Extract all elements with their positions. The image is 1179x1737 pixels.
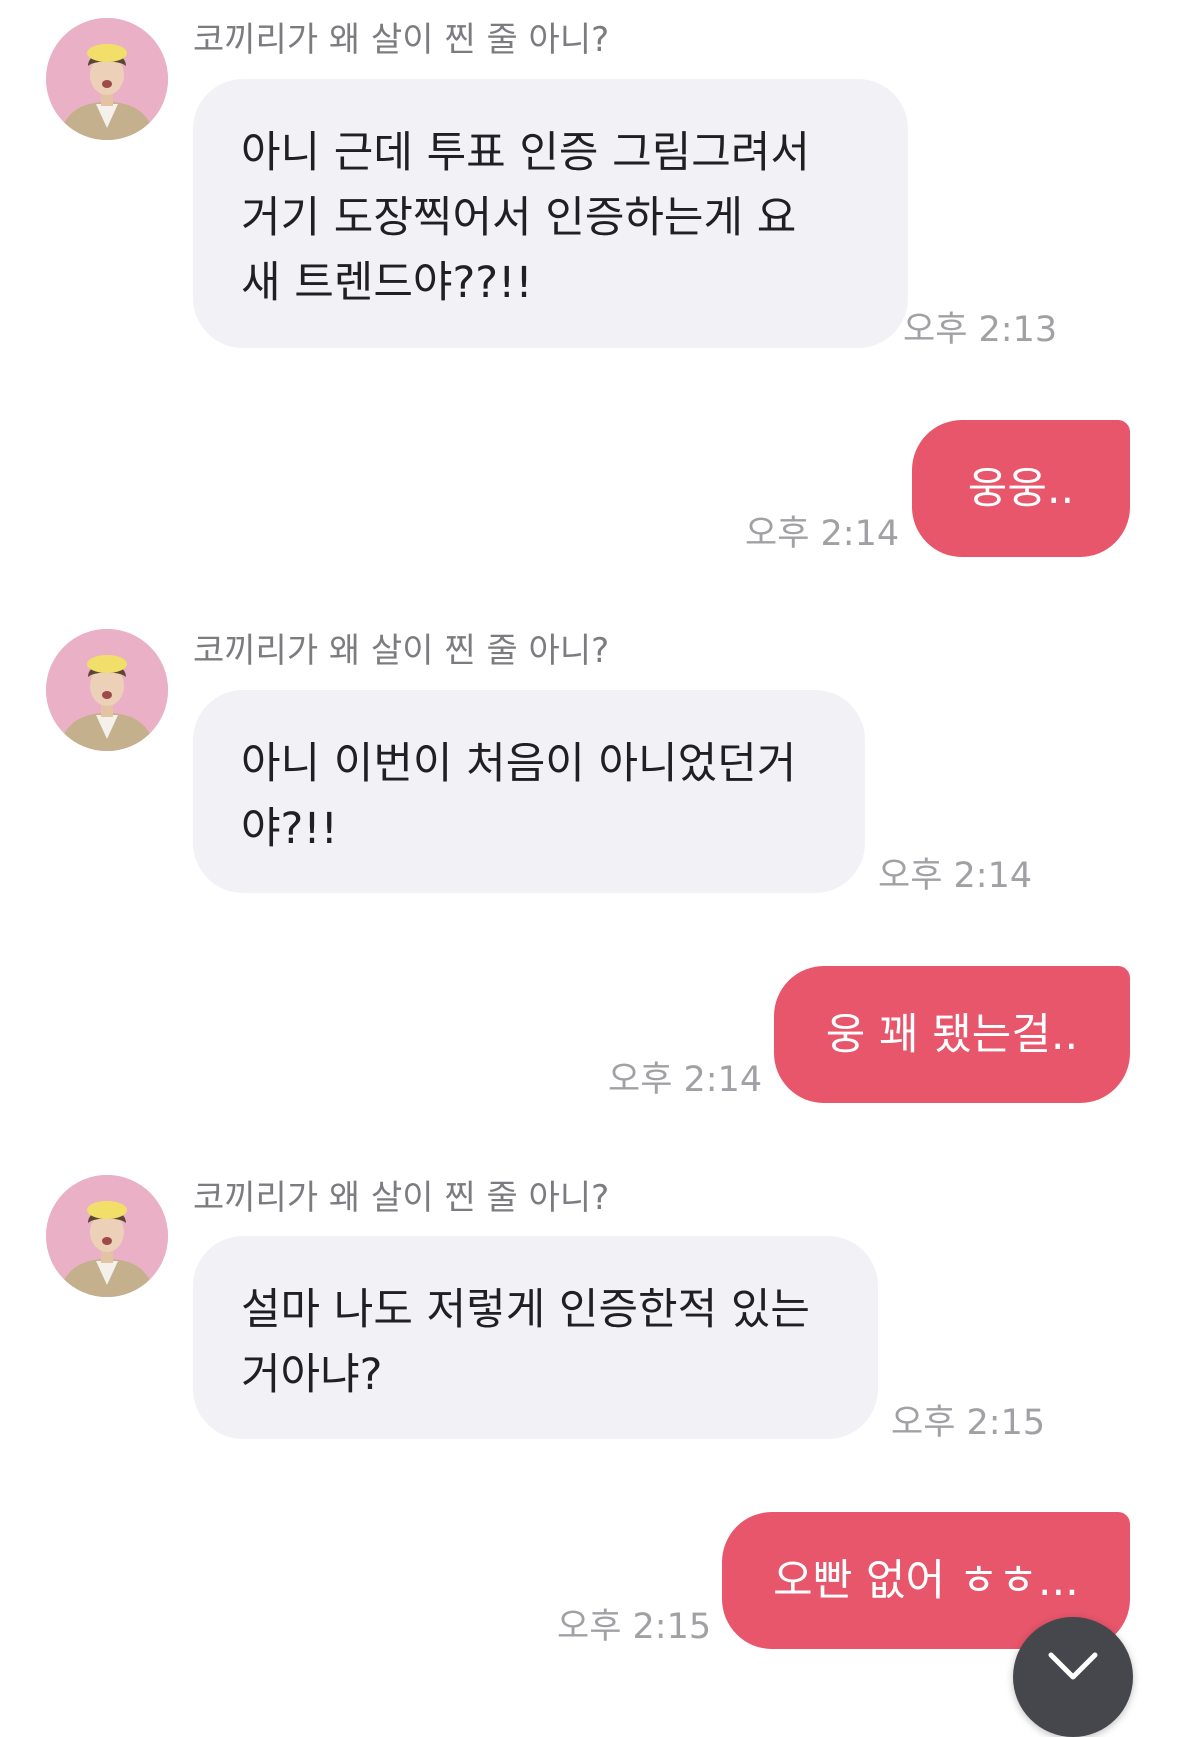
sender-name: 코끼리가 왜 살이 찐 줄 아니?	[193, 631, 610, 671]
outgoing-message-bubble[interactable]: 웅 꽤 됐는걸..	[774, 966, 1130, 1103]
sender-name: 코끼리가 왜 살이 찐 줄 아니?	[193, 20, 610, 60]
avatar-photo	[46, 18, 168, 140]
message-text-line: 새 트렌드야??!!	[241, 258, 533, 308]
sender-name: 코끼리가 왜 살이 찐 줄 아니?	[193, 1178, 610, 1218]
avatar[interactable]	[46, 1175, 168, 1297]
message-text: 웅웅..	[967, 463, 1075, 514]
incoming-message-bubble[interactable]: 설마 나도 저렇게 인증한적 있는 거아냐?	[193, 1236, 878, 1439]
outgoing-message-bubble[interactable]: 웅웅..	[912, 420, 1130, 557]
scroll-to-bottom-button[interactable]	[1013, 1617, 1133, 1737]
message-timestamp: 오후 2:13	[903, 310, 1058, 350]
avatar-photo	[46, 1175, 168, 1297]
message-text-line: 설마 나도 저렇게 인증한적 있는	[241, 1285, 810, 1335]
message-timestamp: 오후 2:15	[891, 1403, 1046, 1443]
message-timestamp: 오후 2:14	[878, 856, 1033, 896]
message-timestamp: 오후 2:14	[608, 1060, 763, 1100]
avatar-photo	[46, 629, 168, 751]
message-timestamp: 오후 2:14	[745, 514, 900, 554]
avatar[interactable]	[46, 18, 168, 140]
message-text-line: 거아냐?	[241, 1350, 383, 1400]
message-text-line: 야?!!	[241, 804, 338, 854]
message-text-line: 아니 이번이 처음이 아니었던거	[241, 739, 797, 789]
incoming-message-bubble[interactable]: 아니 근데 투표 인증 그림그려서 거기 도장찍어서 인증하는게 요 새 트렌드…	[193, 79, 908, 348]
chevron-down-icon	[1048, 1652, 1098, 1680]
message-timestamp: 오후 2:15	[557, 1607, 712, 1647]
message-text-line: 아니 근데 투표 인증 그림그려서	[241, 128, 810, 178]
avatar[interactable]	[46, 629, 168, 751]
message-text: 오빤 없어 ㅎㅎ...	[773, 1555, 1079, 1606]
message-text-line: 거기 도장찍어서 인증하는게 요	[241, 193, 797, 243]
message-text: 웅 꽤 됐는걸..	[825, 1009, 1079, 1060]
incoming-message-bubble[interactable]: 아니 이번이 처음이 아니었던거 야?!!	[193, 690, 865, 893]
